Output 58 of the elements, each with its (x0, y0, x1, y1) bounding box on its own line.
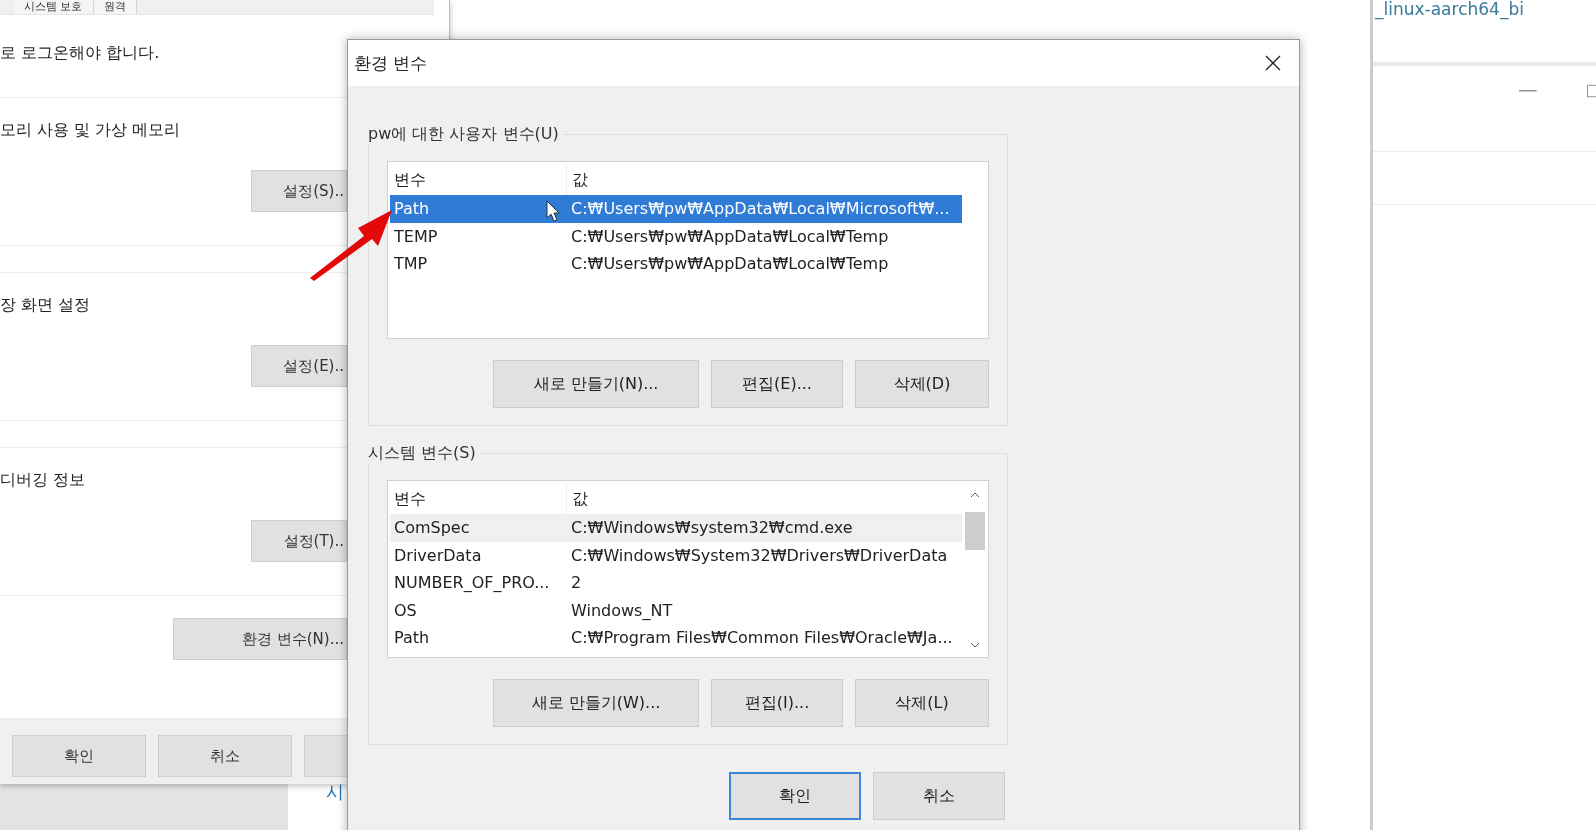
dialog-button[interactable]: 새로 만들기(N)... (493, 360, 699, 408)
variable-value: C:₩Users₩pw₩AppData₩Local₩Temp (570, 226, 889, 246)
list-row[interactable]: NUMBER_OF_PRO... 2 (390, 569, 962, 597)
dialog-button[interactable]: 취소 (873, 772, 1005, 820)
variable-value: C:₩Program Files₩Common Files₩Oracle₩Ja... (570, 628, 953, 648)
close-icon (1265, 55, 1281, 71)
section-text: 장 화면 설정 (0, 295, 91, 316)
variable-name: DriverData (394, 545, 482, 565)
variable-name: TEMP (394, 226, 438, 246)
link[interactable]: 시 (326, 780, 344, 804)
file-name: _linux-aarch64_bi (1373, 0, 1525, 18)
section-text: 모리 사용 및 가상 메모리 (0, 120, 181, 141)
group-label: pw에 대한 사용자 변수(U) (368, 124, 563, 145)
list-row[interactable]: Path C:₩Users₩pw₩AppData₩Local₩Microsoft₩... (390, 195, 962, 223)
list-row[interactable]: Path C:₩Program Files₩Common Files₩Oracle₩Ja... (390, 624, 962, 652)
variable-value: C:₩Users₩pw₩AppData₩Local₩Temp (570, 254, 889, 274)
variable-name: ComSpec (394, 518, 470, 538)
settings-button[interactable]: 설정(E).. (251, 345, 347, 387)
variable-name: Path (394, 628, 430, 648)
settings-button[interactable]: 설정(S).. (251, 170, 347, 212)
list-row[interactable]: TEMP C:₩Users₩pw₩AppData₩Local₩Temp (390, 222, 962, 250)
dialog-button[interactable]: 편집(E)... (711, 360, 843, 408)
maximize-icon (1586, 84, 1596, 98)
section-text: 디버깅 정보 (0, 470, 86, 491)
scroll-down-icon (970, 642, 980, 648)
variable-value: C:₩Windows₩system32₩cmd.exe (570, 518, 853, 538)
dialog-button[interactable]: 확인 (12, 735, 146, 777)
column-header: 값 (571, 168, 588, 191)
column-header: 값 (571, 487, 588, 510)
dialog-button[interactable]: 확인 (729, 772, 861, 820)
dialog-button[interactable]: 삭제(D) (855, 360, 989, 408)
group-label: 시스템 변수(S) (368, 443, 480, 464)
section-text: 로 로그온해야 합니다. (0, 43, 160, 64)
settings-button[interactable]: 설정(T).. (251, 520, 347, 562)
variable-value: C:₩Users₩pw₩AppData₩Local₩Microsoft₩... (570, 199, 950, 219)
dialog-button[interactable]: 편집(I)... (711, 679, 843, 727)
variable-name: TMP (394, 254, 428, 274)
tab[interactable]: 원격 (93, 0, 137, 14)
environment-variables-button[interactable]: 환경 변수(N)... (173, 618, 347, 660)
tab[interactable]: 시스템 보호 (14, 0, 94, 14)
list-row[interactable]: OS Windows_NT (390, 596, 962, 624)
dialog-button[interactable]: 취소 (158, 735, 292, 777)
list-row[interactable]: DriverData C:₩Windows₩System32₩Drivers₩DriverData (390, 541, 962, 569)
cursor-icon (546, 200, 560, 222)
list-row[interactable]: TMP C:₩Users₩pw₩AppData₩Local₩Temp (390, 250, 962, 278)
variable-value: Windows_NT (570, 600, 673, 620)
variable-name: OS (394, 600, 417, 620)
dialog-button[interactable]: 새로 만들기(W)... (493, 679, 699, 727)
minimize-icon (1519, 89, 1537, 93)
list-row[interactable]: ComSpec C:₩Windows₩system32₩cmd.exe (390, 514, 962, 542)
variable-value: 2 (570, 573, 582, 593)
variable-name: NUMBER_OF_PRO... (394, 573, 550, 593)
dialog-button[interactable]: 삭제(L) (855, 679, 989, 727)
scroll-thumb[interactable] (965, 512, 985, 550)
window-title: 환경 변수 (354, 51, 428, 75)
variable-name: Path (394, 199, 430, 219)
variable-value: C:₩Windows₩System32₩Drivers₩DriverData (570, 545, 948, 565)
scroll-up-icon (970, 492, 980, 498)
